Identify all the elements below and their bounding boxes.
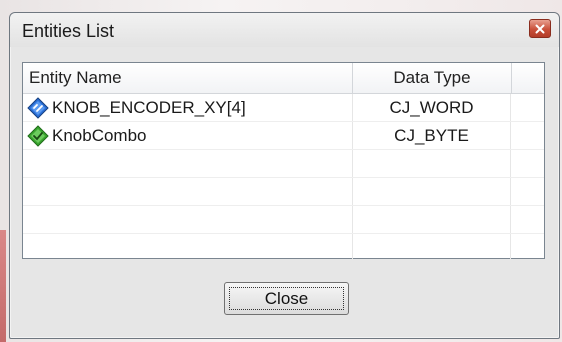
- cell-empty: [353, 206, 511, 233]
- cell-empty: [353, 178, 511, 205]
- title-bar[interactable]: Entities List: [10, 13, 559, 47]
- blue-diamond-icon: [27, 96, 49, 119]
- cell-empty: [23, 150, 353, 177]
- entity-name-text: KnobCombo: [52, 125, 147, 145]
- table-row-empty: [23, 234, 544, 261]
- cell-entity-name: KNOB_ENCODER_XY[4]: [23, 94, 353, 121]
- cell-empty: [23, 206, 353, 233]
- entities-table[interactable]: Entity Name Data Type KNOB_ENCODER_XY[4]…: [22, 62, 545, 261]
- column-header-filler: [511, 63, 544, 93]
- entities-list-dialog: Entities List Entity Name Data Type KNOB…: [9, 12, 560, 339]
- green-diamond-icon: [27, 124, 49, 147]
- table-body: KNOB_ENCODER_XY[4] CJ_WORD KnobCombo CJ_…: [23, 94, 544, 261]
- entity-name-text: KNOB_ENCODER_XY[4]: [52, 97, 246, 117]
- cell-empty: [353, 234, 511, 261]
- close-button[interactable]: Close: [224, 282, 349, 315]
- window-close-button[interactable]: [529, 19, 551, 38]
- close-button-label: Close: [264, 288, 309, 308]
- close-icon: [535, 24, 545, 33]
- table-row[interactable]: KnobCombo CJ_BYTE: [23, 122, 544, 150]
- background-stripe: [0, 230, 6, 342]
- column-header-entity-name[interactable]: Entity Name: [23, 63, 353, 93]
- table-row[interactable]: KNOB_ENCODER_XY[4] CJ_WORD: [23, 94, 544, 122]
- cell-empty: [23, 234, 353, 261]
- cell-empty: [353, 150, 511, 177]
- table-row-empty: [23, 206, 544, 234]
- cell-entity-name: KnobCombo: [23, 122, 353, 149]
- table-row-empty: [23, 178, 544, 206]
- cell-empty: [23, 178, 353, 205]
- window-title: Entities List: [22, 21, 115, 41]
- cell-data-type: CJ_WORD: [353, 94, 511, 121]
- table-row-empty: [23, 150, 544, 178]
- table-header: Entity Name Data Type: [23, 63, 544, 94]
- column-header-data-type[interactable]: Data Type: [353, 63, 512, 93]
- cell-data-type: CJ_BYTE: [353, 122, 511, 149]
